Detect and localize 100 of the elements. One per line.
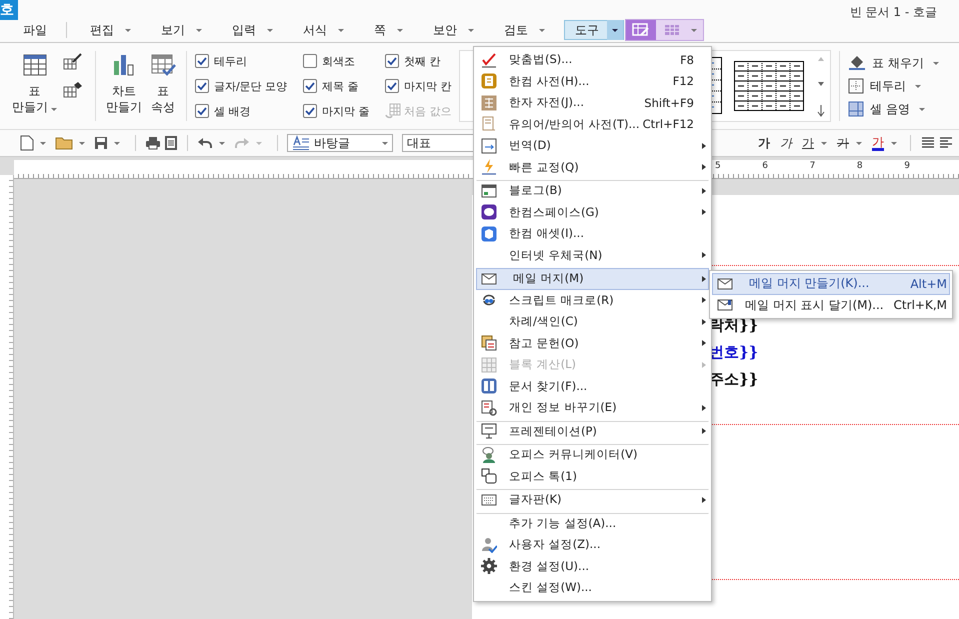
menu-tab[interactable]: 편집 xyxy=(79,20,142,40)
checkbox-label[interactable]: 마지막 줄 xyxy=(322,104,370,118)
caret-icon[interactable] xyxy=(114,142,120,144)
table-style-drawing[interactable] xyxy=(734,61,804,111)
menu-tab[interactable]: 도구 xyxy=(564,20,624,40)
paragraph-style-icon xyxy=(292,135,310,151)
checkbox-label[interactable]: 글자/문단 모양 xyxy=(214,78,288,94)
format-button[interactable]: 가 xyxy=(869,136,900,150)
table-properties-button[interactable]: 표 속성 xyxy=(148,51,178,117)
menu-item[interactable]: 한자 자전(J)... Shift+F9 xyxy=(476,92,709,114)
submenu-arrow-icon xyxy=(702,209,706,216)
menu-item[interactable]: 문서 찾기(F)... xyxy=(476,376,709,397)
checkbox-label[interactable]: 테두리 xyxy=(214,54,247,68)
cloud-icon xyxy=(481,204,497,220)
menu-item[interactable]: 맞춤법(S)... F8 xyxy=(476,49,709,70)
checkbox-label[interactable]: 회색조 xyxy=(322,54,355,68)
format-button[interactable]: 가 xyxy=(799,134,830,152)
chart-create-button[interactable]: 차트 만들기 xyxy=(104,51,144,117)
caret-icon[interactable] xyxy=(40,142,46,144)
window-title: 빈 문서 1 - 호글 xyxy=(850,4,938,20)
menu-item[interactable]: 빠른 교정(Q) xyxy=(476,156,709,178)
ribbon-dropdown-button[interactable]: 셀 음영 xyxy=(848,100,939,118)
checkbox[interactable] xyxy=(385,79,399,93)
menu-tab[interactable]: 입력 xyxy=(221,20,284,40)
submenu-arrow-icon xyxy=(702,252,706,258)
preview-icon[interactable] xyxy=(164,135,178,151)
menu-item[interactable]: 오피스 커뮤니케이터(V) xyxy=(476,444,709,466)
documents-icon xyxy=(481,335,497,352)
checkbox[interactable] xyxy=(195,104,209,118)
caret-icon xyxy=(932,62,939,64)
pencil-table-icon[interactable] xyxy=(63,53,83,71)
menu-item[interactable]: 한컴 사전(H)... F12 xyxy=(476,70,709,92)
caret-icon[interactable] xyxy=(891,142,897,144)
caret-icon[interactable] xyxy=(821,142,827,144)
menu-tab[interactable]: 보안 xyxy=(422,20,485,40)
print-icon[interactable] xyxy=(145,136,161,150)
ruler-number: 8 xyxy=(856,161,863,171)
checkbox[interactable] xyxy=(303,104,317,118)
table-context-tab[interactable] xyxy=(625,19,704,41)
menu-item[interactable]: 스킨 설정(W)... xyxy=(476,577,709,598)
menu-item[interactable]: 환경 설정(U)... xyxy=(476,556,709,577)
menu-tab[interactable]: 쪽 xyxy=(363,20,414,40)
cycle-arrows-icon xyxy=(481,292,497,308)
menu-item[interactable]: 추가 기능 설정(A)... xyxy=(476,512,709,534)
paint-bucket-icon xyxy=(848,55,866,71)
checkbox[interactable] xyxy=(195,79,209,93)
table-icon xyxy=(22,53,48,77)
menu-item[interactable]: 개인 정보 바꾸기(E) xyxy=(476,397,709,418)
new-document-icon[interactable] xyxy=(20,135,34,151)
checkbox-label[interactable]: 첫째 칸 xyxy=(404,54,440,68)
book-icon xyxy=(481,94,497,111)
submenu-arrow-icon xyxy=(702,188,706,194)
align-justify-icon[interactable] xyxy=(921,136,935,150)
format-button[interactable]: 가 xyxy=(755,134,773,152)
menu-tab[interactable]: 서식 xyxy=(292,20,355,40)
checkbox-label[interactable]: 셀 배경 xyxy=(214,104,250,118)
presentation-screen-icon xyxy=(481,423,497,440)
menu-item[interactable]: 유의어/반의어 사전(T)... Ctrl+F12 xyxy=(476,114,709,135)
ruler-number: 6 xyxy=(762,161,768,171)
checkbox-label[interactable]: 마지막 칸 xyxy=(404,78,452,94)
menu-item[interactable]: 사용자 설정(Z)... xyxy=(476,534,709,556)
ribbon-dropdown-button[interactable]: 테두리 xyxy=(848,78,939,94)
menu-item[interactable]: 메일 머지 표시 달기(M)... Ctrl+K,M xyxy=(712,294,950,316)
eraser-table-icon[interactable] xyxy=(63,81,83,99)
menu-item[interactable]: 인터넷 우체국(N) xyxy=(476,244,709,266)
menu-tab[interactable]: 보기 xyxy=(150,20,213,40)
menu-item[interactable]: 프레젠테이션(P) xyxy=(476,420,709,442)
menu-item[interactable]: 메일 머지 만들기(K)... Alt+M xyxy=(712,273,950,294)
checkbox[interactable] xyxy=(195,54,209,68)
table-create-button[interactable]: 표 만들기 xyxy=(10,51,59,117)
calculator-icon xyxy=(481,356,497,373)
menu-item[interactable]: 한컴 애셋(I)... xyxy=(476,223,709,244)
envelope-icon xyxy=(481,270,497,287)
caret-icon[interactable] xyxy=(856,142,862,144)
ribbon-dropdown-button[interactable]: 표 채우기 xyxy=(848,54,939,72)
menu-item[interactable]: 오피스 톡(1) xyxy=(476,466,709,487)
menu-tab[interactable]: 파일 xyxy=(12,20,58,40)
undo-icon[interactable] xyxy=(197,137,213,149)
save-icon[interactable] xyxy=(94,136,108,150)
format-button[interactable]: 가 xyxy=(834,134,865,152)
menu-tab[interactable]: 검토 xyxy=(493,20,556,40)
checkbox-label[interactable]: 제목 줄 xyxy=(322,78,358,94)
caret-icon xyxy=(915,84,921,88)
menu-item[interactable]: 메일 머지(M) xyxy=(476,268,709,290)
menu-item[interactable]: 한컴스페이스(G) xyxy=(476,202,709,223)
checkbox[interactable] xyxy=(303,54,317,68)
caret-icon[interactable] xyxy=(219,142,225,144)
checkbox[interactable] xyxy=(303,79,317,93)
expand-down-arrow-icon[interactable] xyxy=(816,105,826,117)
scroll-down-icon[interactable] xyxy=(816,80,826,88)
caret-icon[interactable] xyxy=(79,142,85,144)
menu-item[interactable]: 글자판(K) xyxy=(476,489,709,510)
checkbox[interactable] xyxy=(385,54,399,68)
align-left-icon[interactable] xyxy=(939,136,953,150)
style-dropdown[interactable]: 바탕글 xyxy=(287,134,393,152)
menu-item[interactable]: 블로그(B) xyxy=(476,180,709,202)
folder-icon[interactable] xyxy=(55,136,73,150)
format-button[interactable]: 가 xyxy=(777,134,795,152)
menu-item[interactable]: 참고 문헌(O) xyxy=(476,332,709,354)
caret-icon xyxy=(612,28,618,32)
